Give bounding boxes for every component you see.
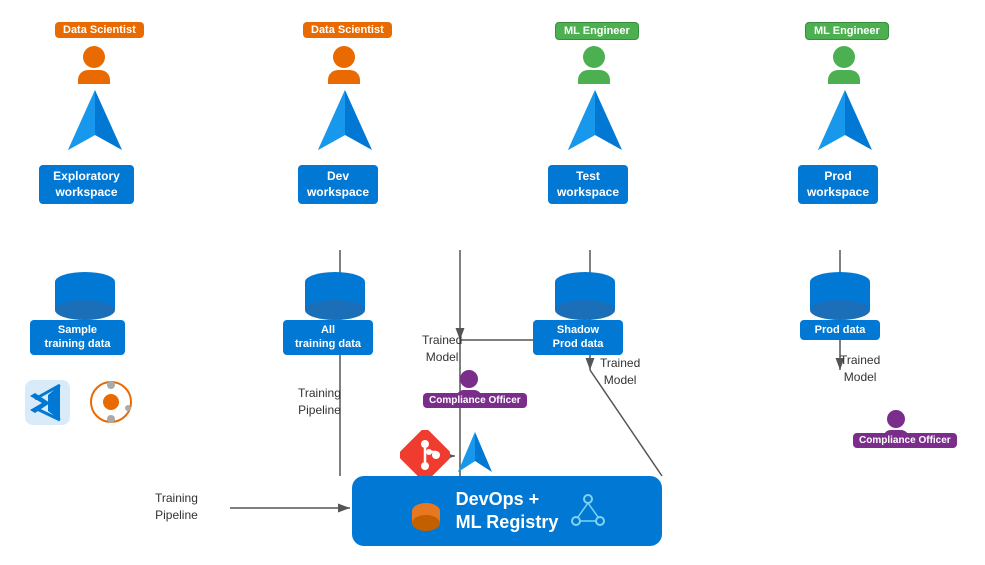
workspace-label-test: Testworkspace (548, 165, 628, 204)
role-badge-ds2: Data Scientist (303, 22, 392, 38)
workspace-icon-test (558, 85, 633, 165)
db-label-prod: Prod data (800, 320, 880, 340)
db-label-all: Alltraining data (283, 320, 373, 355)
workspace-label-exploratory: Exploratoryworkspace (39, 165, 134, 204)
workspace-icon-dev (308, 85, 383, 165)
person-icon-mle2 (828, 46, 860, 84)
compliance-badge-2: Compliance Officer (853, 433, 957, 448)
role-badge-mle1: ML Engineer (555, 22, 639, 40)
azure-ml-small-icon (450, 428, 500, 483)
role-badge-mle2: ML Engineer (805, 22, 889, 40)
db-label-shadow: ShadowProd data (533, 320, 623, 355)
db-label-sample: Sampletraining data (30, 320, 125, 355)
workspace-icon-prod (808, 85, 883, 165)
text-trained-model-2: TrainedModel (600, 355, 640, 389)
text-training-pipeline-1: TrainingPipeline (298, 385, 341, 419)
text-training-pipeline-2: TrainingPipeline (155, 490, 198, 524)
workspace-label-dev: Devworkspace (298, 165, 378, 204)
person-icon-mle1 (578, 46, 610, 84)
compliance-badge-1: Compliance Officer (423, 393, 527, 408)
tool-icons-area (20, 375, 139, 435)
workspace-label-prod: Prodworkspace (798, 165, 878, 204)
devops-box: DevOps +ML Registry (352, 476, 662, 546)
text-trained-model-3: TrainedModel (840, 352, 880, 386)
person-icon-ds2 (328, 46, 360, 84)
role-badge-ds1: Data Scientist (55, 22, 144, 38)
person-icon-ds1 (78, 46, 110, 84)
diagram: Data Scientist Data Scientist ML Enginee… (0, 0, 985, 565)
workspace-icon-exploratory (58, 85, 133, 165)
devops-label: DevOps +ML Registry (456, 488, 559, 535)
text-trained-model-1: TrainedModel (422, 332, 462, 366)
